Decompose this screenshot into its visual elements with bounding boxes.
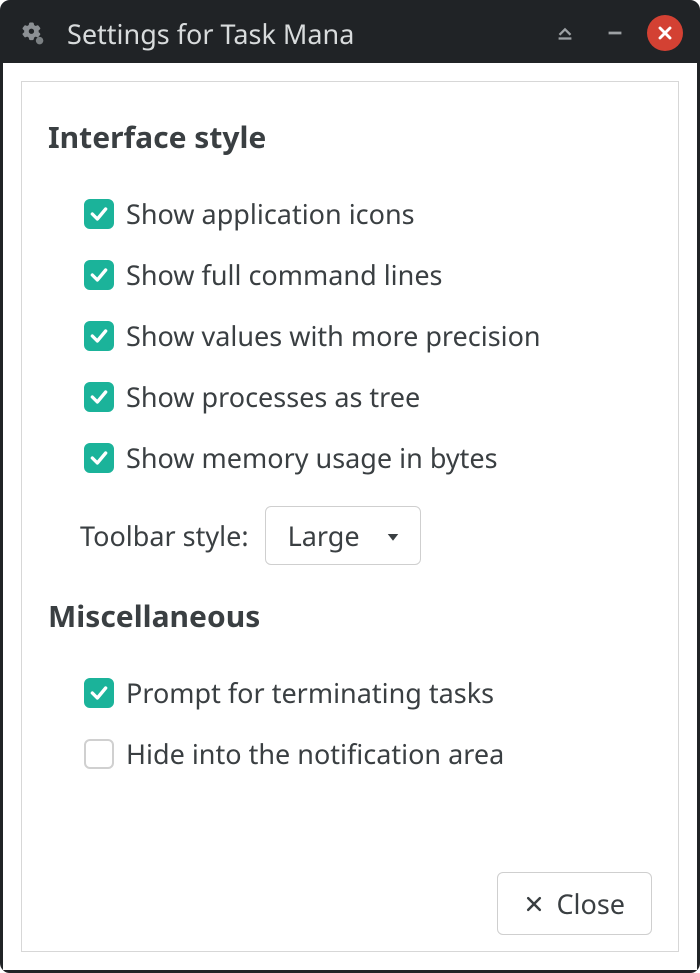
section-title-interface: Interface style [48, 116, 652, 157]
toolbar-style-row: Toolbar style: Large [48, 488, 652, 571]
checkbox-show-application-icons[interactable] [84, 199, 114, 229]
content-area: Interface style Show application icons S… [3, 63, 697, 970]
option-show-processes-tree[interactable]: Show processes as tree [48, 366, 652, 427]
option-label: Prompt for terminating tasks [126, 674, 494, 711]
close-icon [524, 885, 544, 922]
toolbar-style-label: Toolbar style: [80, 517, 249, 554]
settings-gears-icon [17, 18, 47, 48]
toolbar-style-value: Large [288, 517, 360, 554]
checkbox-hide-notification-area[interactable] [84, 739, 114, 769]
option-label: Show processes as tree [126, 378, 420, 415]
close-button[interactable]: Close [497, 872, 652, 935]
always-on-top-button[interactable] [547, 15, 583, 51]
option-label: Show values with more precision [126, 317, 541, 354]
checkbox-show-processes-tree[interactable] [84, 382, 114, 412]
option-prompt-terminating[interactable]: Prompt for terminating tasks [48, 662, 652, 723]
toolbar-style-select[interactable]: Large [265, 506, 421, 565]
dialog-footer: Close [48, 856, 652, 935]
option-hide-notification-area[interactable]: Hide into the notification area [48, 723, 652, 784]
option-show-full-command-lines[interactable]: Show full command lines [48, 244, 652, 305]
option-show-application-icons[interactable]: Show application icons [48, 183, 652, 244]
minimize-button[interactable] [597, 15, 633, 51]
option-label: Show application icons [126, 195, 415, 232]
close-button-label: Close [556, 885, 625, 922]
titlebar[interactable]: Settings for Task Mana [3, 3, 697, 63]
checkbox-show-full-command-lines[interactable] [84, 260, 114, 290]
checkbox-prompt-terminating[interactable] [84, 678, 114, 708]
section-title-misc: Miscellaneous [48, 595, 652, 636]
settings-window: Settings for Task Mana Interface style [0, 0, 700, 973]
option-show-values-precision[interactable]: Show values with more precision [48, 305, 652, 366]
option-label: Show full command lines [126, 256, 443, 293]
option-show-memory-bytes[interactable]: Show memory usage in bytes [48, 427, 652, 488]
option-label: Hide into the notification area [126, 735, 504, 772]
chevron-down-icon [384, 517, 402, 554]
window-close-button[interactable] [647, 15, 683, 51]
option-label: Show memory usage in bytes [126, 439, 498, 476]
checkbox-show-memory-bytes[interactable] [84, 443, 114, 473]
window-title: Settings for Task Mana [61, 15, 533, 52]
settings-frame: Interface style Show application icons S… [21, 81, 679, 952]
checkbox-show-values-precision[interactable] [84, 321, 114, 351]
